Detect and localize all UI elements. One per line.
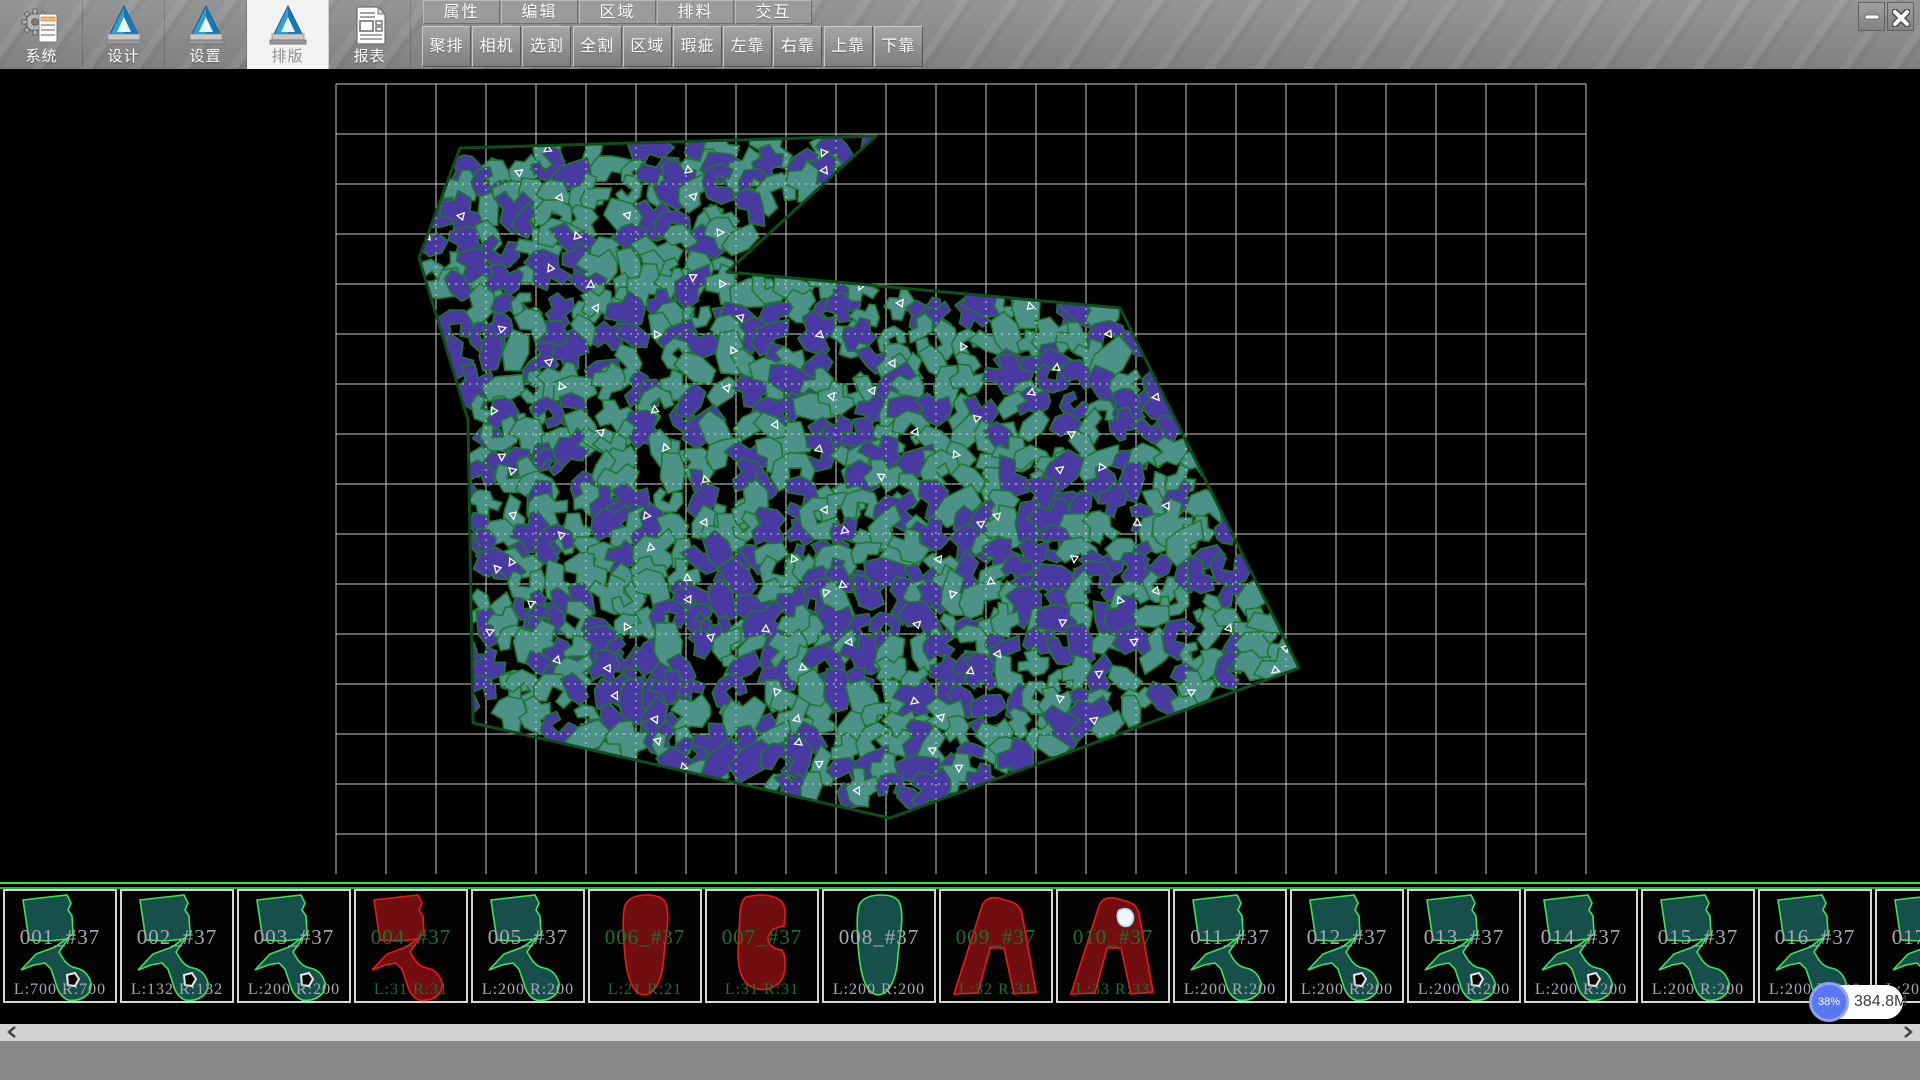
memory-badge[interactable]: 38% 384.8M: [1812, 985, 1903, 1019]
piece-thumbnail-008_#37[interactable]: 008_#37 L:200 R:200: [822, 889, 936, 1003]
piece-id: 015_#37: [1643, 925, 1753, 950]
menu-button-interact[interactable]: 交互: [735, 0, 812, 24]
nested-pieces: [407, 117, 1308, 816]
minimize-button[interactable]: [1858, 2, 1885, 31]
nav-button-design[interactable]: 设计: [83, 0, 165, 69]
piece-id: 016_#37: [1760, 925, 1870, 950]
piece-thumbnail-013_#37[interactable]: 013_#37 L:200 R:200: [1407, 889, 1521, 1003]
piece-lr-info: L:200 R:200: [824, 981, 934, 999]
piece-thumbnail-014_#37[interactable]: 014_#37 L:200 R:200: [1524, 889, 1638, 1003]
nav-label-layout: 排版: [247, 45, 328, 66]
memory-percent: 38%: [1809, 982, 1849, 1022]
piece-id: 009_#37: [941, 925, 1051, 950]
menu-button-properties[interactable]: 属性: [423, 0, 500, 24]
close-button[interactable]: [1887, 2, 1914, 31]
nesting-canvas[interactable]: [0, 69, 1920, 882]
piece-lr-info: L:200 R:200: [1292, 981, 1402, 999]
piece-lr-info: L:32 R:31: [941, 981, 1051, 999]
piece-lr-info: L:21 R:21: [590, 981, 700, 999]
piece-lr-info: L:700 R:700: [5, 981, 115, 999]
nav-label-settings: 设置: [165, 45, 246, 66]
tool-button-align-bottom[interactable]: 下靠: [874, 26, 923, 67]
memory-value: 384.8M: [1854, 985, 1907, 1019]
piece-lr-info: L:200 R:200: [1409, 981, 1519, 999]
piece-thumbnail-011_#37[interactable]: 011_#37 L:200 R:200: [1173, 889, 1287, 1003]
menu-button-nesting[interactable]: 排料: [657, 0, 734, 24]
piece-thumbnail-003_#37[interactable]: 003_#37 L:200 R:200: [237, 889, 351, 1003]
nav-button-report[interactable]: 报表: [329, 0, 411, 69]
piece-id: 006_#37: [590, 925, 700, 950]
chevron-right-icon: [1903, 1026, 1913, 1038]
scroll-right-button[interactable]: [1896, 1024, 1920, 1041]
piece-id: 004_#37: [356, 925, 466, 950]
piece-id: 014_#37: [1526, 925, 1636, 950]
piece-lr-info: L:132 R:132: [122, 981, 232, 999]
piece-lr-info: L:33 R:33: [1058, 981, 1168, 999]
piece-id: 003_#37: [239, 925, 349, 950]
piece-thumbnail-015_#37[interactable]: 015_#37 L:200 R:200: [1641, 889, 1755, 1003]
piece-id: 017_#37: [1877, 925, 1920, 950]
set-square-icon: [103, 4, 145, 46]
piece-id: 010_#37: [1058, 925, 1168, 950]
piece-id: 013_#37: [1409, 925, 1519, 950]
piece-id: 002_#37: [122, 925, 232, 950]
scroll-left-button[interactable]: [0, 1024, 24, 1041]
title-toolbar: 系统 设计 设置 排版 报表: [0, 0, 1920, 69]
tool-button-cut-all[interactable]: 全割: [573, 26, 622, 67]
piece-id: 007_#37: [707, 925, 817, 950]
pieces-strip: 001_#37 L:700 R:700 002_#37 L:132 R:132 …: [0, 882, 1920, 1001]
piece-lr-info: L:200 R:200: [1526, 981, 1636, 999]
piece-id: 012_#37: [1292, 925, 1402, 950]
piece-thumbnail-005_#37[interactable]: 005_#37 L:200 R:200: [471, 889, 585, 1003]
piece-thumbnail-007_#37[interactable]: 007_#37 L:31 R:31: [705, 889, 819, 1003]
app-window: 系统 设计 设置 排版 报表: [0, 0, 1920, 1080]
piece-thumbnail-012_#37[interactable]: 012_#37 L:200 R:200: [1290, 889, 1404, 1003]
report-page-icon: [349, 4, 391, 46]
piece-thumbnail-010_#37[interactable]: 010_#37 L:33 R:33: [1056, 889, 1170, 1003]
tool-button-defect[interactable]: 瑕疵: [673, 26, 722, 67]
piece-lr-info: L:200 R:200: [473, 981, 583, 999]
chevron-left-icon: [7, 1026, 17, 1038]
nav-label-report: 报表: [329, 45, 410, 66]
piece-id: 008_#37: [824, 925, 934, 950]
nav-label-system: 系统: [1, 45, 82, 66]
gear-document-icon: [21, 4, 63, 46]
piece-thumbnail-001_#37[interactable]: 001_#37 L:700 R:700: [3, 889, 117, 1003]
piece-id: 011_#37: [1175, 925, 1285, 950]
tool-button-select-cut[interactable]: 选割: [522, 26, 571, 67]
nav-button-system[interactable]: 系统: [1, 0, 83, 69]
tool-button-region[interactable]: 区域: [623, 26, 672, 67]
punch-hole: [1117, 909, 1133, 927]
menu-button-region[interactable]: 区域: [579, 0, 656, 24]
piece-lr-info: L:31 R:31: [707, 981, 817, 999]
tool-button-align-top[interactable]: 上靠: [824, 26, 873, 67]
tool-button-camera[interactable]: 相机: [472, 26, 521, 67]
piece-id: 001_#37: [5, 925, 115, 950]
status-band: [0, 1041, 1920, 1080]
nav-button-layout[interactable]: 排版: [247, 0, 329, 69]
piece-lr-info: L:31 R:31: [356, 981, 466, 999]
minimize-icon: [1864, 9, 1880, 25]
menu-button-edit[interactable]: 编辑: [501, 0, 578, 24]
nav-button-settings[interactable]: 设置: [165, 0, 247, 69]
piece-lr-info: L:200 R:200: [239, 981, 349, 999]
piece-thumbnail-006_#37[interactable]: 006_#37 L:21 R:21: [588, 889, 702, 1003]
close-icon: [1892, 9, 1910, 27]
tool-button-align-left[interactable]: 左靠: [723, 26, 772, 67]
set-square-icon: [185, 4, 227, 46]
piece-id: 005_#37: [473, 925, 583, 950]
nav-label-design: 设计: [83, 45, 164, 66]
tool-button-align-right[interactable]: 右靠: [773, 26, 822, 67]
piece-lr-info: L:200 R:200: [1643, 981, 1753, 999]
piece-thumbnail-009_#37[interactable]: 009_#37 L:32 R:31: [939, 889, 1053, 1003]
horizontal-scrollbar[interactable]: [0, 1024, 1920, 1041]
tool-button-cluster-nest[interactable]: 聚排: [422, 26, 471, 67]
piece-lr-info: L:200 R:200: [1175, 981, 1285, 999]
set-square-icon: [267, 4, 309, 46]
piece-thumbnail-004_#37[interactable]: 004_#37 L:31 R:31: [354, 889, 468, 1003]
piece-thumbnail-002_#37[interactable]: 002_#37 L:132 R:132: [120, 889, 234, 1003]
